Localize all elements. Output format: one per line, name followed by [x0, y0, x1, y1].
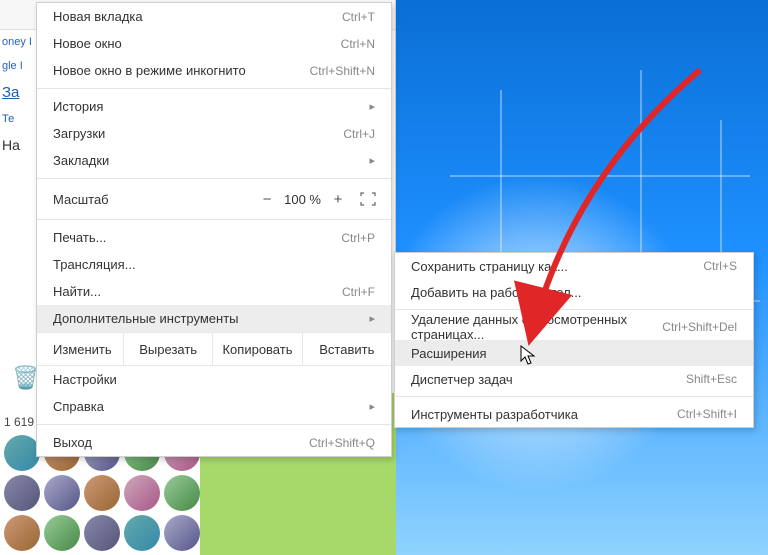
- zoom-in-button[interactable]: +: [327, 188, 349, 210]
- menu-item-label: Диспетчер задач: [411, 372, 513, 387]
- zoom-label: Масштаб: [53, 192, 256, 207]
- menu-item-label: Инструменты разработчика: [411, 407, 578, 422]
- menu-item-label: Сохранить страницу как...: [411, 259, 568, 274]
- menu-item-загрузки[interactable]: Загрузки Ctrl+J: [37, 120, 391, 147]
- menu-group: Новая вкладкаCtrl+TНовое окноCtrl+NНовое…: [37, 3, 391, 84]
- menu-item-shortcut: Ctrl+Shift+Q: [309, 436, 375, 450]
- edit-label: Изменить: [37, 333, 123, 365]
- menu-item-shortcut: Ctrl+Shift+I: [677, 407, 737, 421]
- submenu-arrow-icon: ▸: [369, 154, 375, 167]
- menu-item-печать[interactable]: Печать... Ctrl+P: [37, 224, 391, 251]
- menu-item-shortcut: Ctrl+J: [343, 127, 375, 141]
- menu-item-добавить-на-рабочий-стол[interactable]: Добавить на рабочий стол...: [395, 279, 753, 305]
- avatar[interactable]: [164, 515, 200, 551]
- copy-button[interactable]: Копировать: [212, 333, 301, 365]
- menu-item-справка[interactable]: Справка ▸: [37, 393, 391, 420]
- avatar[interactable]: [84, 475, 120, 511]
- menu-item-новая-вкладка[interactable]: Новая вкладка Ctrl+T: [37, 3, 391, 30]
- avatar[interactable]: [4, 475, 40, 511]
- menu-item-label: Закладки: [53, 153, 109, 168]
- avatar[interactable]: [4, 435, 40, 471]
- submenu-group: Сохранить страницу как... Ctrl+S Добавить …: [395, 253, 753, 305]
- menu-item-shortcut: Ctrl+N: [341, 37, 375, 51]
- menu-item-shortcut: Ctrl+S: [703, 259, 737, 273]
- menu-separator: [395, 396, 753, 397]
- menu-separator: [395, 309, 753, 310]
- avatar[interactable]: [44, 475, 80, 511]
- menu-item-shortcut: Shift+Esc: [686, 372, 737, 386]
- menu-item-label: Добавить на рабочий стол...: [411, 285, 582, 300]
- mouse-cursor-icon: [520, 345, 538, 367]
- menu-item-настройки[interactable]: Настройки: [37, 366, 391, 393]
- menu-item-label: Новое окно: [53, 36, 122, 51]
- menu-item-zoom: Масштаб − 100 % +: [37, 183, 391, 215]
- submenu-group: Удаление данных о просмотренных страница…: [395, 314, 753, 392]
- menu-item-label: Выход: [53, 435, 92, 450]
- menu-separator: [37, 178, 391, 179]
- menu-group: Печать... Ctrl+P Трансляция... Найти... Ctrl…: [37, 224, 391, 332]
- menu-item-label: История: [53, 99, 103, 114]
- menu-item-shortcut: Ctrl+Shift+Del: [662, 320, 737, 334]
- menu-separator: [37, 219, 391, 220]
- more-tools-submenu: Сохранить страницу как... Ctrl+S Добавить …: [394, 252, 754, 428]
- menu-item-найти[interactable]: Найти... Ctrl+F: [37, 278, 391, 305]
- menu-item-новое-окно[interactable]: Новое окно Ctrl+N: [37, 30, 391, 57]
- avatar[interactable]: [44, 515, 80, 551]
- menu-separator: [37, 88, 391, 89]
- chrome-main-menu: Новая вкладкаCtrl+TНовое окноCtrl+NНовое…: [36, 2, 392, 457]
- menu-item-новое-окно-в-режиме-инкогнито[interactable]: Новое окно в режиме инкогнито Ctrl+Shift+…: [37, 57, 391, 84]
- menu-separator: [37, 424, 391, 425]
- zoom-out-button[interactable]: −: [256, 188, 278, 210]
- cut-button[interactable]: Вырезать: [123, 333, 212, 365]
- menu-item-label: Настройки: [53, 372, 117, 387]
- menu-item-shortcut: Ctrl+Shift+N: [310, 64, 375, 78]
- menu-item-label: Печать...: [53, 230, 106, 245]
- menu-item-label: Трансляция...: [53, 257, 136, 272]
- menu-item-shortcut: Ctrl+P: [341, 231, 375, 245]
- avatar[interactable]: [84, 515, 120, 551]
- menu-item-трансляция[interactable]: Трансляция...: [37, 251, 391, 278]
- avatar[interactable]: [124, 475, 160, 511]
- menu-item-label: Загрузки: [53, 126, 105, 141]
- menu-item-shortcut: Ctrl+F: [342, 285, 375, 299]
- menu-item-label: Удаление данных о просмотренных страница…: [411, 312, 662, 342]
- paste-button[interactable]: Вставить: [302, 333, 391, 365]
- menu-item-закладки[interactable]: Закладки ▸: [37, 147, 391, 174]
- zoom-value: 100 %: [284, 192, 321, 207]
- menu-item-label: Расширения: [411, 346, 487, 361]
- menu-item-удаление-данных-о-просмотренны[interactable]: Удаление данных о просмотренных страница…: [395, 314, 753, 340]
- menu-item-диспетчер-задач[interactable]: Диспетчер задач Shift+Esc: [395, 366, 753, 392]
- menu-item-exit[interactable]: Выход Ctrl+Shift+Q: [37, 429, 391, 456]
- menu-item-сохранить-страницу-как[interactable]: Сохранить страницу как... Ctrl+S: [395, 253, 753, 279]
- submenu-arrow-icon: ▸: [369, 100, 375, 113]
- avatar[interactable]: [124, 515, 160, 551]
- submenu-group: Инструменты разработчика Ctrl+Shift+I: [395, 401, 753, 427]
- submenu-arrow-icon: ▸: [369, 312, 375, 325]
- submenu-arrow-icon: ▸: [369, 400, 375, 413]
- menu-item-label: Дополнительные инструменты: [53, 311, 239, 326]
- fullscreen-icon[interactable]: [355, 188, 381, 210]
- menu-item-label: Новая вкладка: [53, 9, 143, 24]
- menu-item-label: Найти...: [53, 284, 101, 299]
- menu-item-label: Справка: [53, 399, 104, 414]
- menu-group: История ▸ Загрузки Ctrl+J Закладки ▸: [37, 93, 391, 174]
- menu-item-shortcut: Ctrl+T: [342, 10, 375, 24]
- menu-item-расширения[interactable]: Расширения: [395, 340, 753, 366]
- avatar[interactable]: [4, 515, 40, 551]
- menu-group: Настройки Справка ▸: [37, 366, 391, 420]
- menu-item-инструменты-разработчика[interactable]: Инструменты разработчика Ctrl+Shift+I: [395, 401, 753, 427]
- menu-item-дополнительные-инструменты[interactable]: Дополнительные инструменты ▸: [37, 305, 391, 332]
- menu-edit-row: Изменить Вырезать Копировать Вставить: [37, 332, 391, 366]
- menu-item-история[interactable]: История ▸: [37, 93, 391, 120]
- menu-item-label: Новое окно в режиме инкогнито: [53, 63, 246, 78]
- avatar[interactable]: [164, 475, 200, 511]
